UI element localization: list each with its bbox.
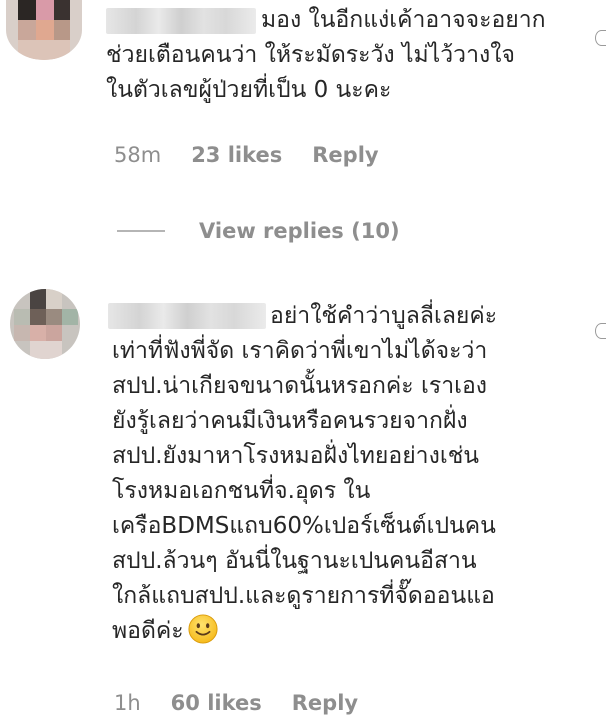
replies-divider	[117, 230, 165, 232]
avatar[interactable]	[6, 0, 82, 60]
slightly-smiling-face-icon	[188, 614, 218, 644]
view-replies-label: View replies (10)	[199, 219, 400, 243]
reply-button[interactable]: Reply	[312, 143, 378, 167]
comment-time: 58m	[114, 143, 162, 167]
likes-count[interactable]: 60 likes	[171, 691, 262, 715]
comment-text: มอง ในอีกแง่เค้าอาจจะอยาก ช่วยเตือนคนว่า…	[106, 7, 546, 103]
avatar[interactable]	[10, 289, 80, 359]
comment-text: อย่าใช้คำว่าบูลลี่เลยค่ะ เท่าที่ฟังพี่จั…	[112, 299, 592, 649]
like-heart-icon[interactable]	[595, 323, 606, 339]
like-heart-icon[interactable]	[595, 30, 606, 46]
comment-meta: 1h 60 likes Reply	[114, 691, 358, 715]
reply-button[interactable]: Reply	[292, 691, 358, 715]
comment-meta: 58m 23 likes Reply	[114, 143, 379, 167]
comment-text-body: อย่าใช้คำว่าบูลลี่เลยค่ะ เท่าที่ฟังพี่จั…	[112, 303, 498, 644]
view-replies-button[interactable]: View replies (10)	[117, 219, 400, 243]
likes-count[interactable]: 23 likes	[191, 143, 282, 167]
comment-time: 1h	[114, 691, 141, 715]
